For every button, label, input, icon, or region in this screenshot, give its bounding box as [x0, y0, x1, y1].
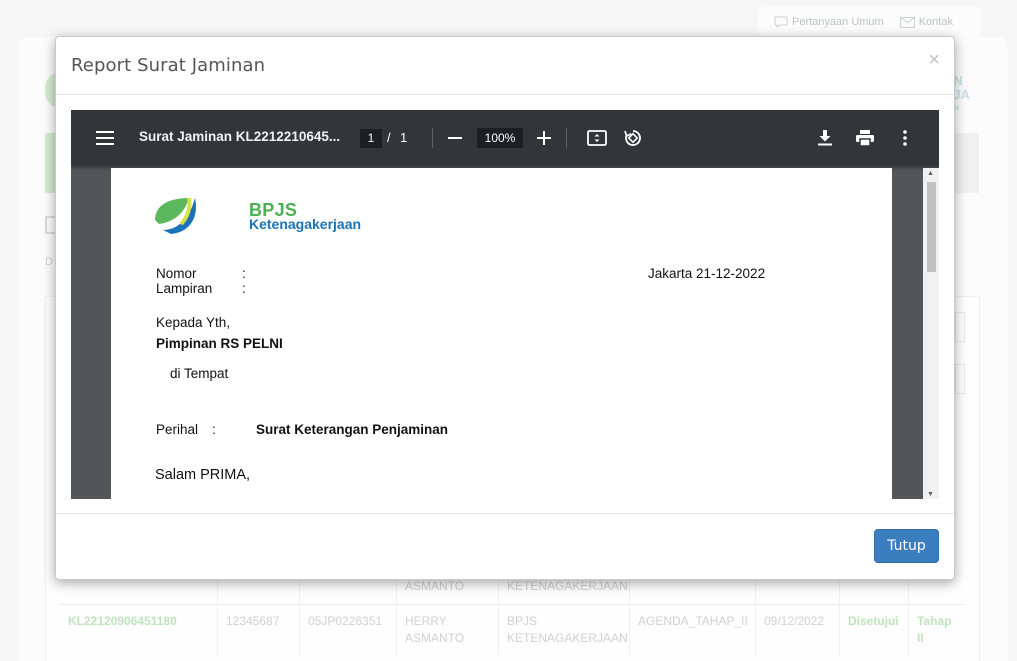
more-options-icon[interactable]	[897, 128, 913, 148]
toolbar-divider	[566, 128, 567, 148]
pdf-scrollbar[interactable]: ▲ ▼	[923, 168, 939, 499]
letter-date: Jakarta 21-12-2022	[648, 266, 766, 281]
pdf-viewer: Surat Jaminan KL2212210645... 1 / 1 100%	[71, 110, 939, 499]
salutation: Kepada Yth,	[156, 315, 231, 330]
recipient-name: Pimpinan RS PELNI	[156, 336, 283, 351]
bpjs-logo-icon	[155, 197, 196, 234]
page-number-input[interactable]: 1	[360, 129, 382, 148]
download-icon[interactable]	[816, 128, 834, 148]
recipient-place: di Tempat	[170, 366, 229, 381]
perihal-colon: :	[212, 422, 216, 437]
lampiran-label: Lampiran	[156, 281, 213, 296]
modal-title: Report Surat Jaminan	[71, 55, 266, 76]
perihal-value: Surat Keterangan Penjaminan	[256, 422, 449, 437]
scroll-up-icon[interactable]: ▲	[927, 170, 934, 177]
menu-icon[interactable]	[95, 128, 115, 148]
page-separator: /	[387, 130, 391, 145]
modal-header: Report Surat Jaminan ×	[56, 37, 954, 95]
pdf-document-title: Surat Jaminan KL2212210645...	[139, 129, 341, 144]
close-icon[interactable]: ×	[928, 49, 940, 71]
pdf-toolbar: Surat Jaminan KL2212210645... 1 / 1 100%	[71, 110, 939, 166]
scroll-down-icon[interactable]: ▼	[927, 491, 934, 498]
nomor-colon: :	[242, 266, 246, 281]
zoom-out-icon[interactable]	[446, 129, 464, 147]
report-modal: Report Surat Jaminan × Surat Jaminan KL2…	[55, 36, 955, 580]
modal-footer: Tutup	[56, 513, 954, 579]
close-button[interactable]: Tutup	[874, 529, 939, 563]
greeting: Salam PRIMA,	[155, 467, 251, 483]
pdf-page: BPJS Ketenagakerjaan Nomor : Lampiran : …	[111, 168, 892, 499]
zoom-in-icon[interactable]	[535, 129, 553, 147]
toolbar-divider	[432, 128, 433, 148]
rotate-icon[interactable]	[622, 127, 644, 149]
lampiran-colon: :	[242, 281, 246, 296]
zoom-level-input[interactable]: 100%	[477, 128, 523, 148]
page-total: 1	[400, 130, 408, 145]
perihal-label: Perihal	[156, 422, 199, 437]
scroll-thumb[interactable]	[927, 182, 936, 272]
print-icon[interactable]	[854, 128, 876, 148]
brand-subtitle: Ketenagakerjaan	[249, 216, 362, 232]
nomor-label: Nomor	[156, 266, 197, 281]
fit-page-icon[interactable]	[586, 128, 608, 148]
